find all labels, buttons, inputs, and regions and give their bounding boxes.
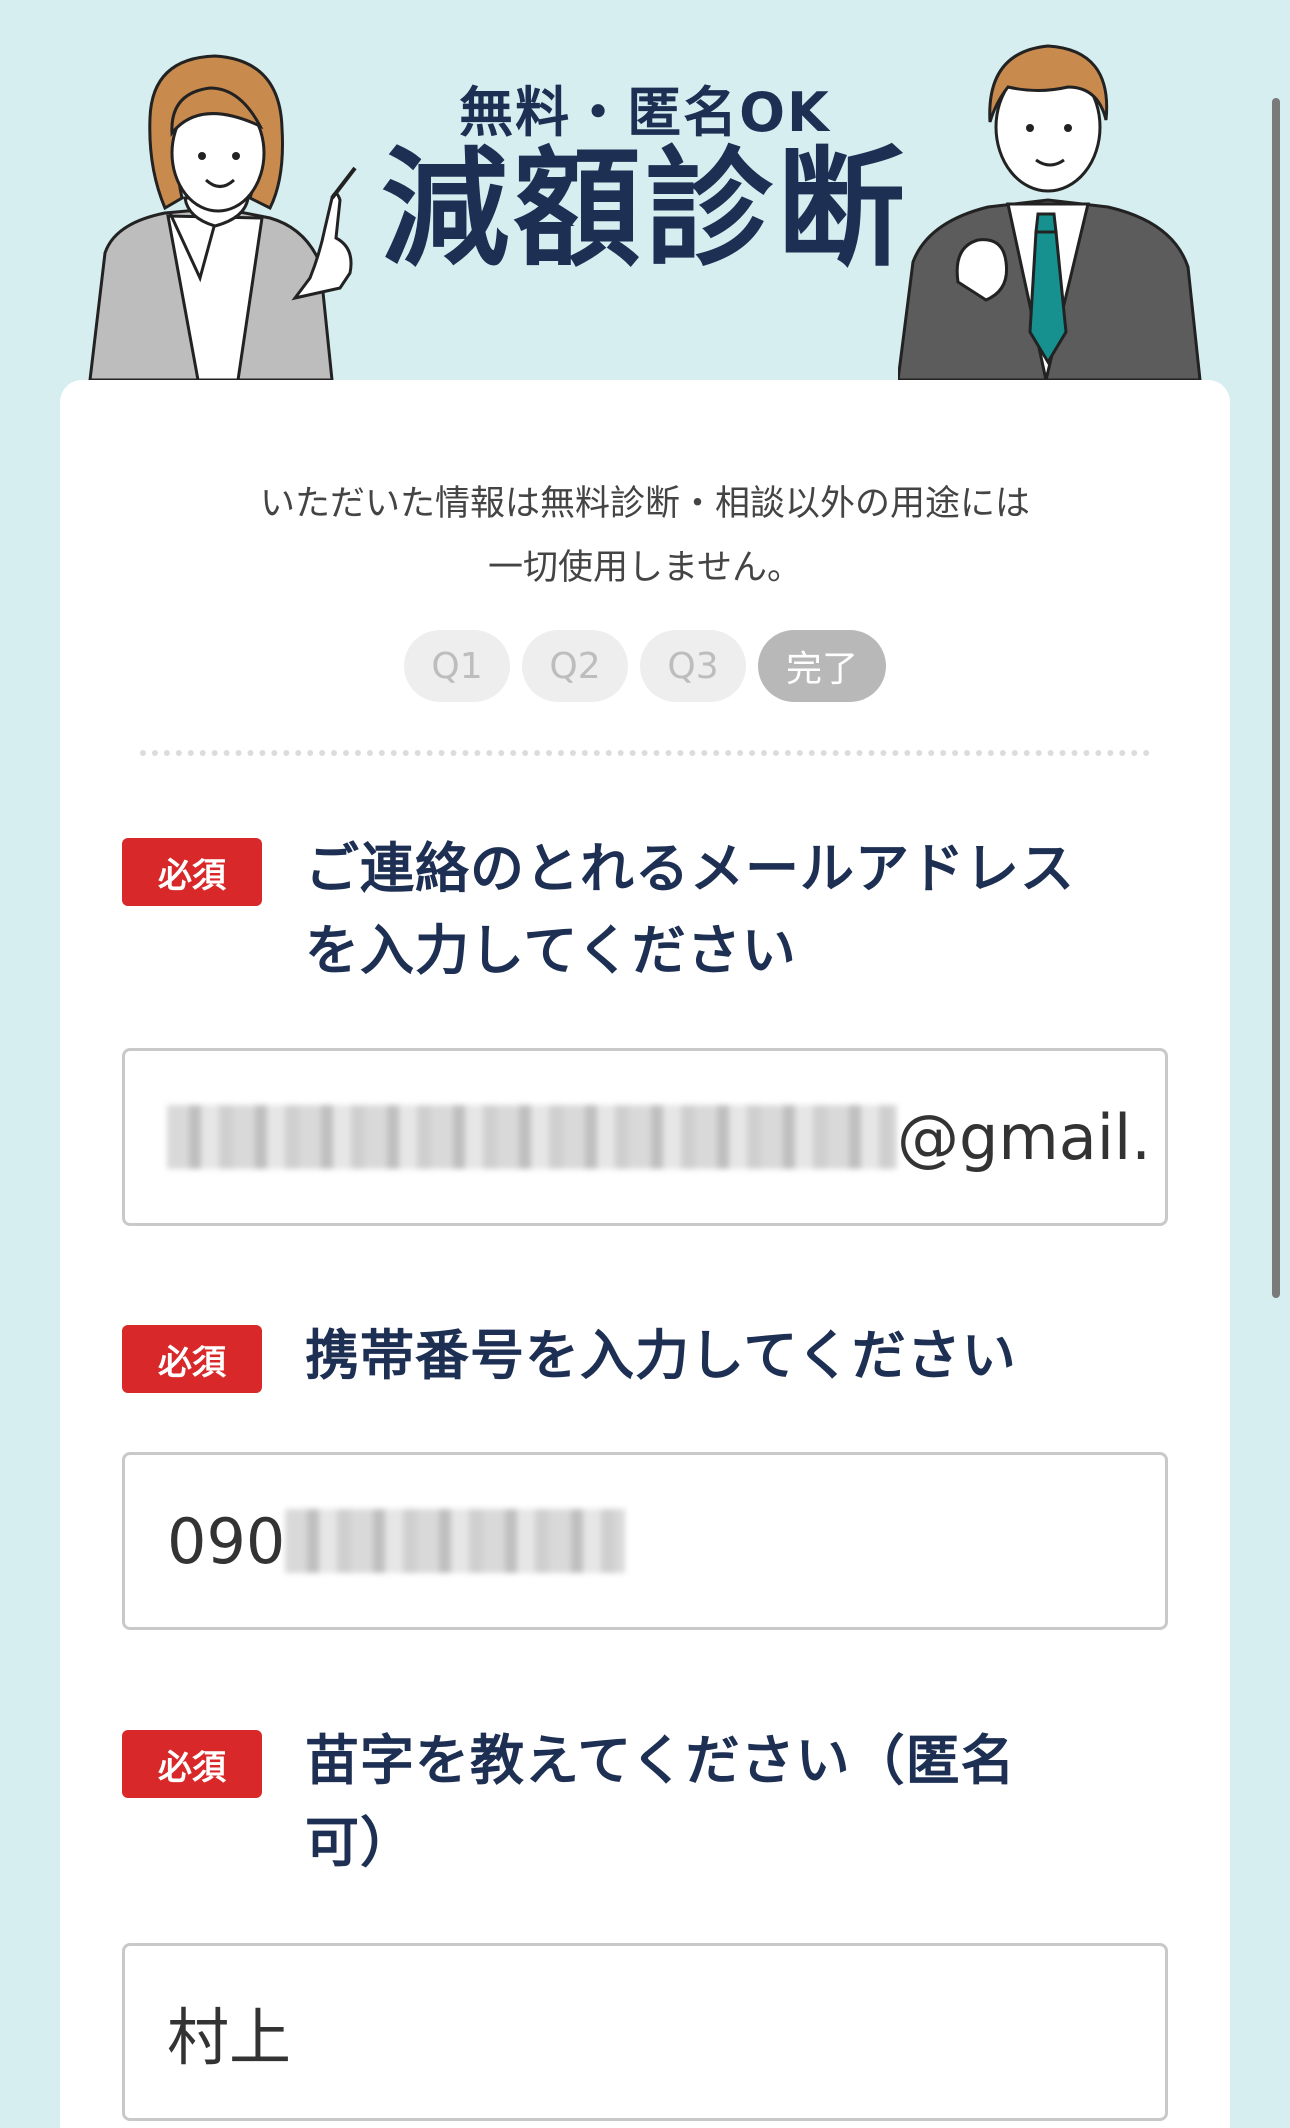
email-field[interactable]: @gmail. (122, 1048, 1168, 1226)
required-badge: 必須 (122, 838, 262, 906)
email-question: 必須 ご連絡のとれるメールアドレス を入力してください (122, 828, 1202, 1008)
phone-prefix-text: 090 (167, 1504, 286, 1578)
surname-question: 必須 苗字を教えてください（匿名 可） (122, 1720, 1202, 1900)
redacted-text (167, 1105, 897, 1169)
dotted-divider (140, 750, 1150, 756)
required-badge: 必須 (122, 1325, 262, 1393)
step-q3: Q3 (640, 630, 746, 702)
question-label-line: 可） (305, 1811, 415, 1874)
privacy-notice-line: 一切使用しません。 (488, 548, 802, 588)
email-domain-text: @gmail. (897, 1100, 1151, 1174)
question-label-line: を入力してください (305, 919, 797, 982)
step-indicator: Q1 Q2 Q3 完了 (60, 630, 1230, 702)
form-card: いただいた情報は無料診断・相談以外の用途には 一切使用しません。 Q1 Q2 Q… (60, 380, 1230, 2128)
step-q2: Q2 (522, 630, 628, 702)
header-banner: 無料・匿名OK 減額診断 (0, 0, 1290, 380)
email-question-label: ご連絡のとれるメールアドレス を入力してください (305, 828, 1155, 992)
step-q1: Q1 (404, 630, 510, 702)
question-label-line: ご連絡のとれるメールアドレス (305, 837, 1075, 900)
step-complete: 完了 (758, 630, 886, 702)
required-badge: 必須 (122, 1730, 262, 1798)
page-scrollbar[interactable] (1272, 98, 1280, 1298)
surname-field[interactable]: 村上 (122, 1943, 1168, 2121)
surname-value: 村上 (167, 2001, 292, 2074)
privacy-notice: いただいた情報は無料診断・相談以外の用途には 一切使用しません。 (60, 472, 1230, 600)
phone-question-label: 携帯番号を入力してください (305, 1315, 1155, 1397)
phone-question: 必須 携帯番号を入力してください (122, 1315, 1202, 1405)
question-label-line: 携帯番号を入力してください (305, 1324, 1017, 1387)
privacy-notice-line: いただいた情報は無料診断・相談以外の用途には (259, 484, 1030, 524)
question-label-line: 苗字を教えてください（匿名 (305, 1729, 1016, 1792)
page: 無料・匿名OK 減額診断 いただいた情報は無料診断・相談以外の用途には 一切使用… (0, 0, 1290, 2128)
businessman-illustration (898, 44, 1202, 380)
surname-question-label: 苗字を教えてください（匿名 可） (305, 1720, 1155, 1884)
phone-field[interactable]: 090 (122, 1452, 1168, 1630)
redacted-text (285, 1509, 626, 1573)
